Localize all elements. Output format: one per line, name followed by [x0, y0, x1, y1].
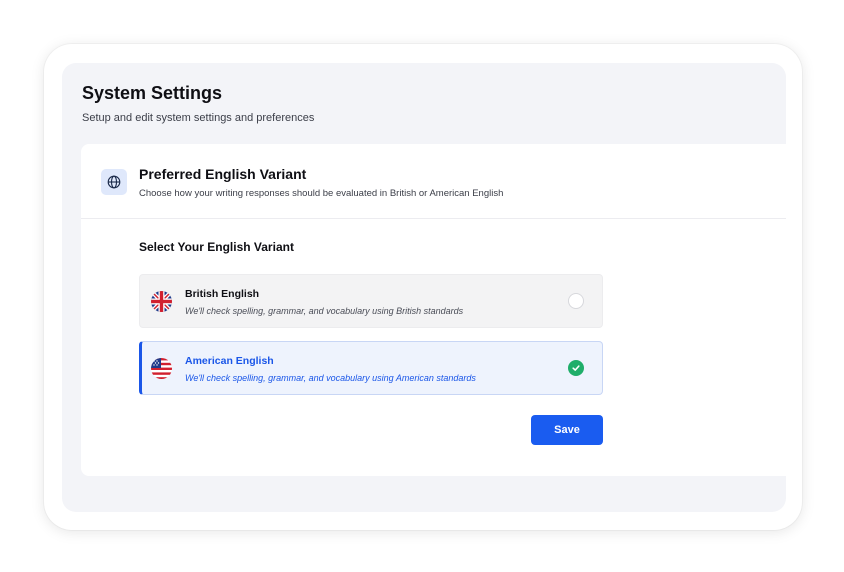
page-subtitle: Setup and edit system settings and prefe… — [82, 112, 315, 124]
option-american-english[interactable]: American English We'll check spelling, g… — [139, 341, 603, 395]
page-title: System Settings — [82, 83, 223, 103]
option-name: American English — [185, 355, 274, 367]
check-circle-icon[interactable] — [568, 360, 584, 376]
settings-screen: System Settings Setup and edit system se… — [62, 63, 786, 512]
option-description: We'll check spelling, grammar, and vocab… — [185, 306, 464, 316]
option-british-english[interactable]: British English We'll check spelling, gr… — [139, 274, 603, 328]
globe-icon — [101, 169, 127, 195]
us-flag-icon — [151, 358, 172, 379]
section-title: Preferred English Variant — [139, 166, 307, 182]
uk-flag-icon — [151, 291, 172, 312]
english-variant-card: Preferred English Variant Choose how you… — [81, 144, 786, 476]
option-description: We'll check spelling, grammar, and vocab… — [185, 373, 476, 383]
card-header: Preferred English Variant Choose how you… — [81, 144, 786, 219]
section-description: Choose how your writing responses should… — [139, 188, 504, 199]
radio-unselected-icon[interactable] — [568, 293, 584, 309]
variant-label: Select Your English Variant — [139, 240, 294, 254]
option-name: British English — [185, 288, 260, 300]
save-button[interactable]: Save — [531, 415, 603, 445]
